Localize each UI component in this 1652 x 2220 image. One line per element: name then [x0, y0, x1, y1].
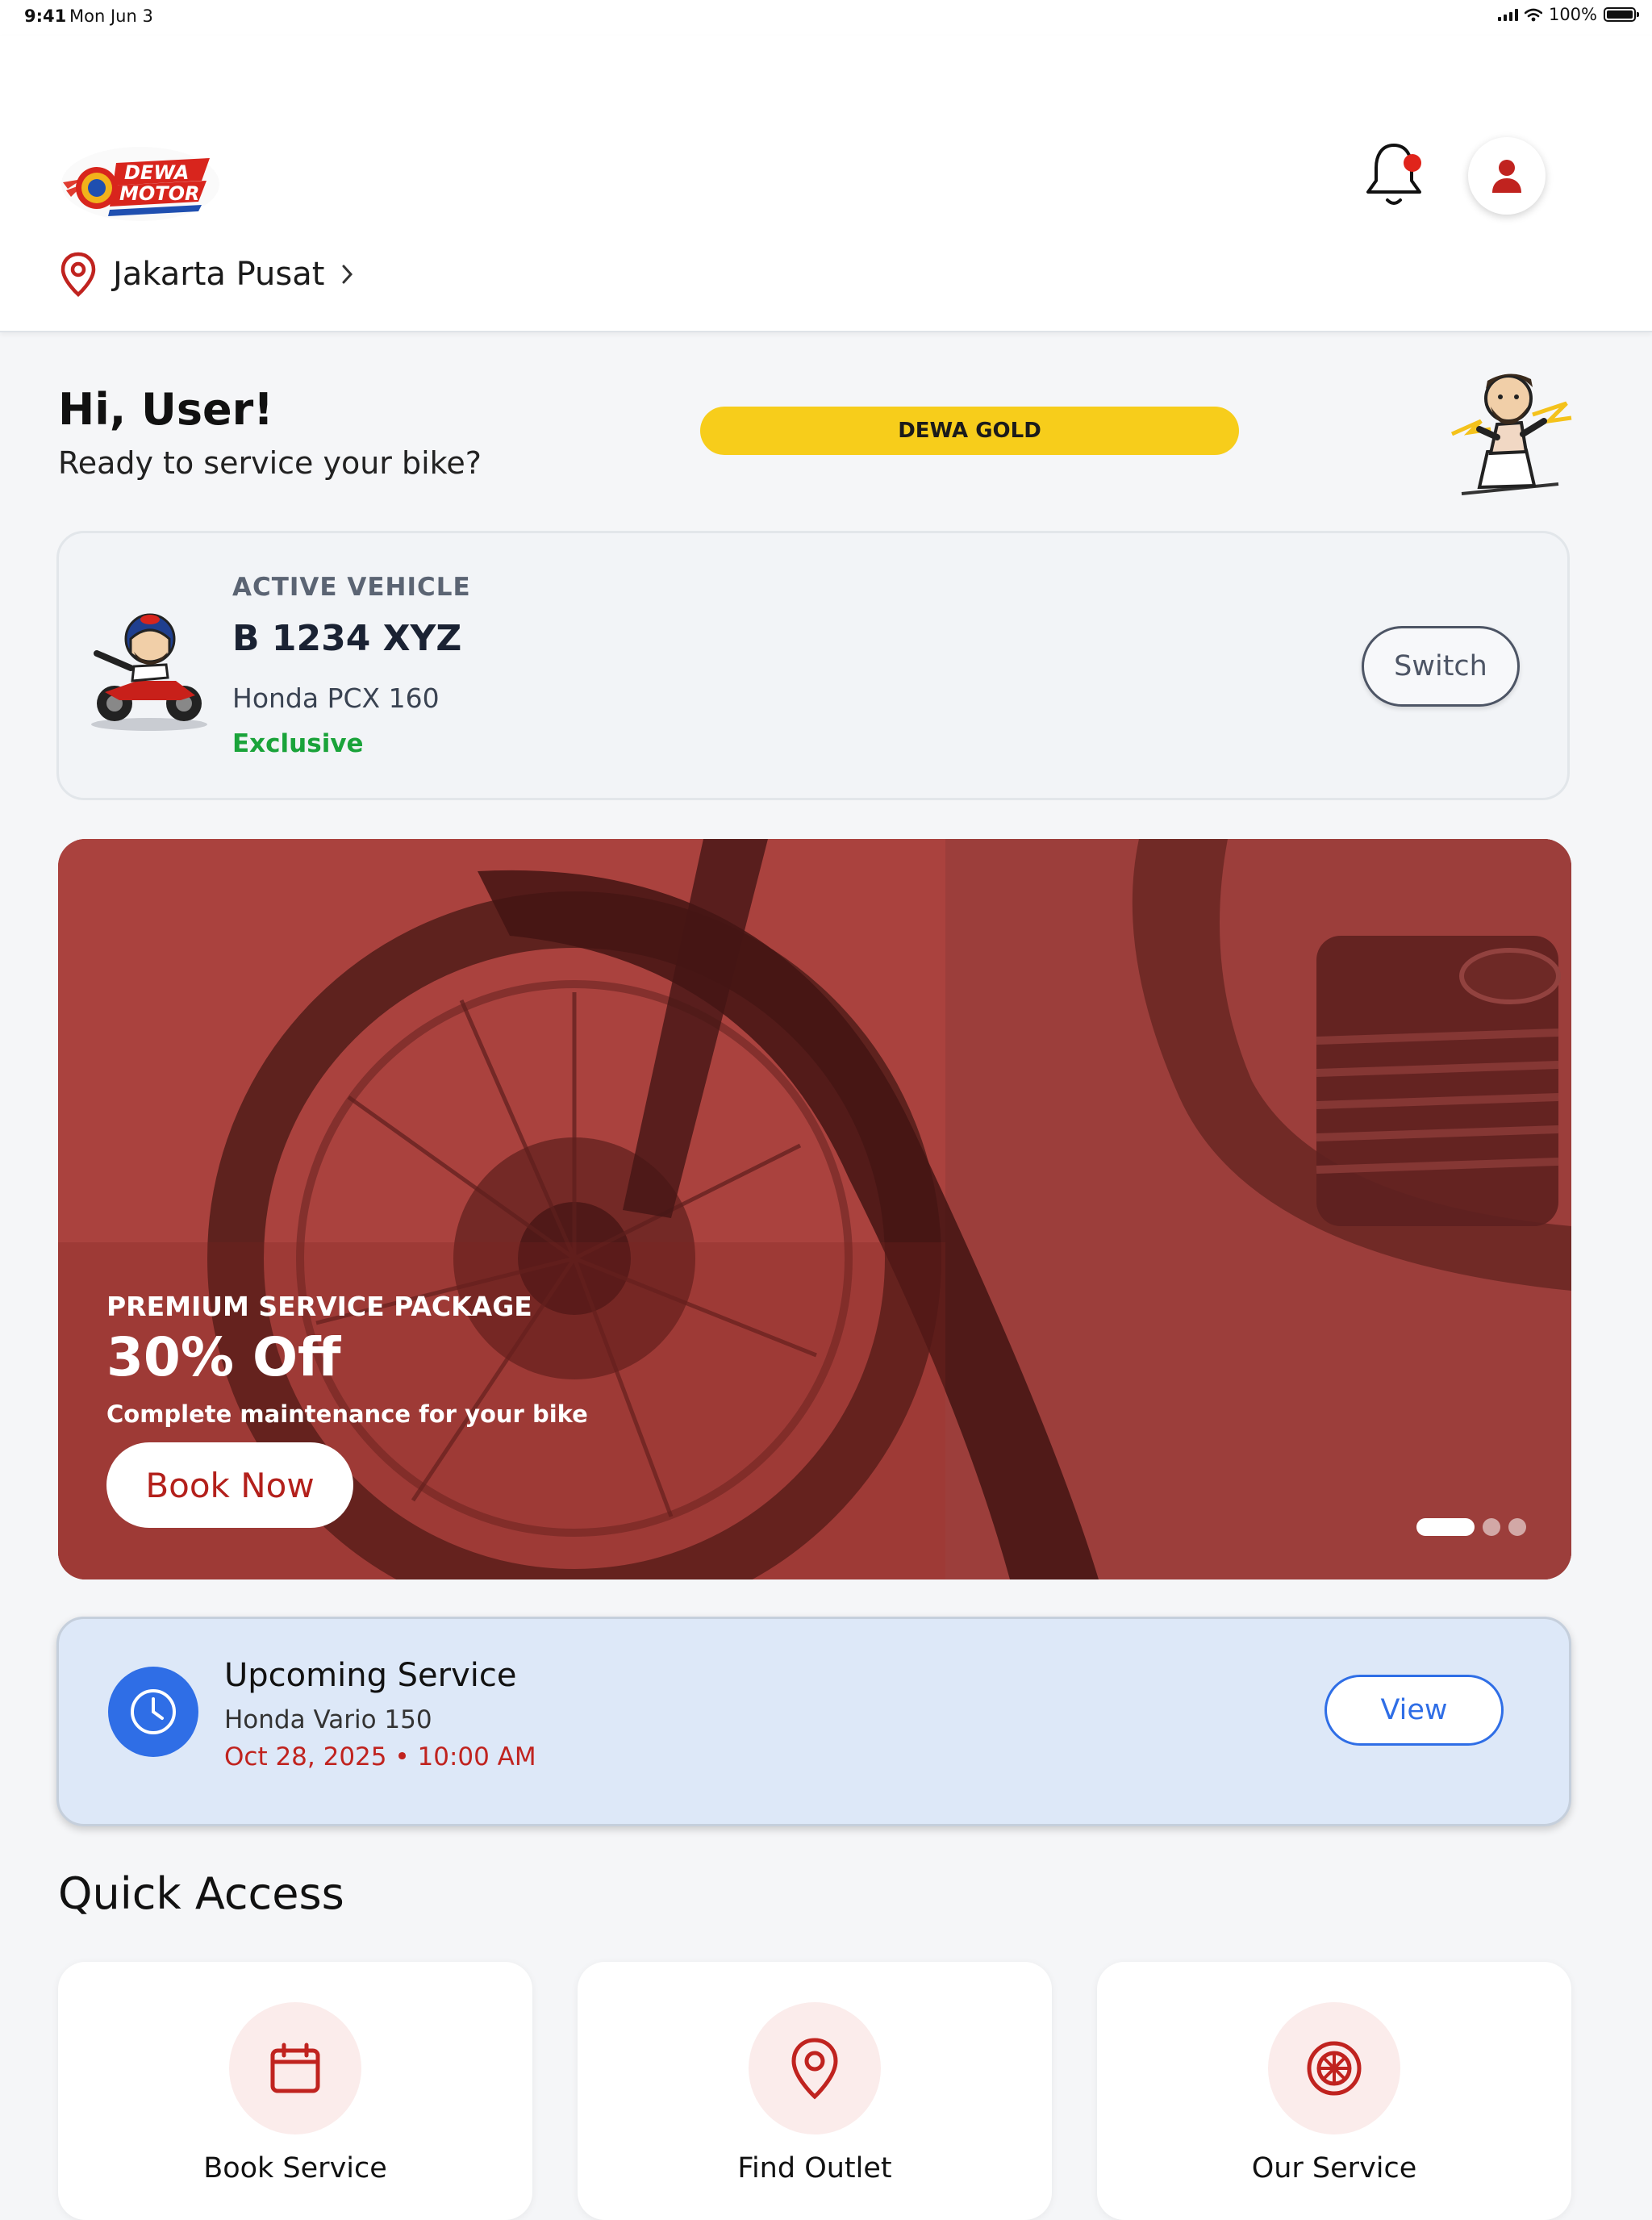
vehicle-mascot-illustration — [91, 613, 207, 731]
book-now-button[interactable]: Book Now — [106, 1442, 353, 1528]
location-selector[interactable]: Jakarta Pusat — [60, 252, 355, 297]
dewa-motor-logo: DEWA MOTOR — [61, 147, 219, 221]
view-service-button[interactable]: View — [1325, 1675, 1504, 1746]
battery-percent: 100% — [1548, 5, 1597, 24]
calendar-icon — [229, 2002, 361, 2134]
promo-title: 30% Off — [106, 1326, 341, 1388]
status-date: Mon Jun 3 — [69, 6, 153, 26]
clock-icon — [108, 1667, 198, 1757]
status-time: 9:41 — [24, 6, 67, 26]
signal-icon — [1497, 8, 1518, 21]
active-vehicle-label: ACTIVE VEHICLE — [232, 573, 471, 602]
promo-description: Complete maintenance for your bike — [106, 1400, 588, 1428]
battery-icon — [1604, 7, 1639, 22]
mascot-illustration — [1450, 373, 1572, 495]
wifi-icon — [1524, 8, 1542, 21]
quick-access-find-outlet[interactable]: Find Outlet — [578, 1962, 1052, 2220]
upcoming-service-datetime: Oct 28, 2025 • 10:00 AM — [224, 1742, 536, 1771]
status-indicators: 100% — [1497, 5, 1639, 24]
quick-access-label: Find Outlet — [737, 2152, 892, 2185]
location-pin-icon — [60, 252, 96, 297]
wheel-icon — [1268, 2002, 1400, 2134]
quick-access-label: Book Service — [203, 2152, 387, 2185]
vehicle-tier: Exclusive — [232, 729, 364, 758]
upcoming-service-title: Upcoming Service — [224, 1657, 517, 1694]
chevron-right-icon — [342, 265, 353, 284]
notification-dot — [1404, 154, 1421, 172]
carousel-dot[interactable] — [1483, 1518, 1500, 1536]
quick-access-our-service[interactable]: Our Service — [1097, 1962, 1571, 2220]
upcoming-service-vehicle: Honda Vario 150 — [224, 1705, 432, 1734]
status-bar: 9:41 Mon Jun 3 100% — [0, 0, 1652, 35]
vehicle-model: Honda PCX 160 — [232, 682, 440, 714]
quick-access-title: Quick Access — [58, 1868, 344, 1919]
svg-text:DEWA: DEWA — [124, 161, 190, 184]
profile-button[interactable] — [1468, 137, 1546, 215]
carousel-indicator[interactable] — [1416, 1518, 1526, 1536]
greeting-title: Hi, User! — [58, 384, 273, 435]
location-pin-icon — [749, 2002, 881, 2134]
quick-access-label: Our Service — [1251, 2152, 1417, 2185]
bell-icon[interactable] — [1362, 139, 1426, 211]
greeting-subtitle: Ready to service your bike? — [58, 445, 482, 481]
switch-vehicle-button[interactable]: Switch — [1362, 626, 1520, 707]
carousel-dot-active[interactable] — [1416, 1518, 1475, 1536]
svg-text:MOTOR: MOTOR — [119, 182, 200, 205]
vehicle-plate-number: B 1234 XYZ — [232, 618, 462, 659]
promo-kicker: PREMIUM SERVICE PACKAGE — [106, 1291, 532, 1322]
user-icon — [1492, 160, 1521, 193]
membership-tier-badge: DEWA GOLD — [700, 407, 1239, 455]
quick-access-book-service[interactable]: Book Service — [58, 1962, 532, 2220]
location-name: Jakarta Pusat — [113, 256, 325, 293]
active-vehicle-card — [56, 531, 1570, 800]
carousel-dot[interactable] — [1508, 1518, 1526, 1536]
